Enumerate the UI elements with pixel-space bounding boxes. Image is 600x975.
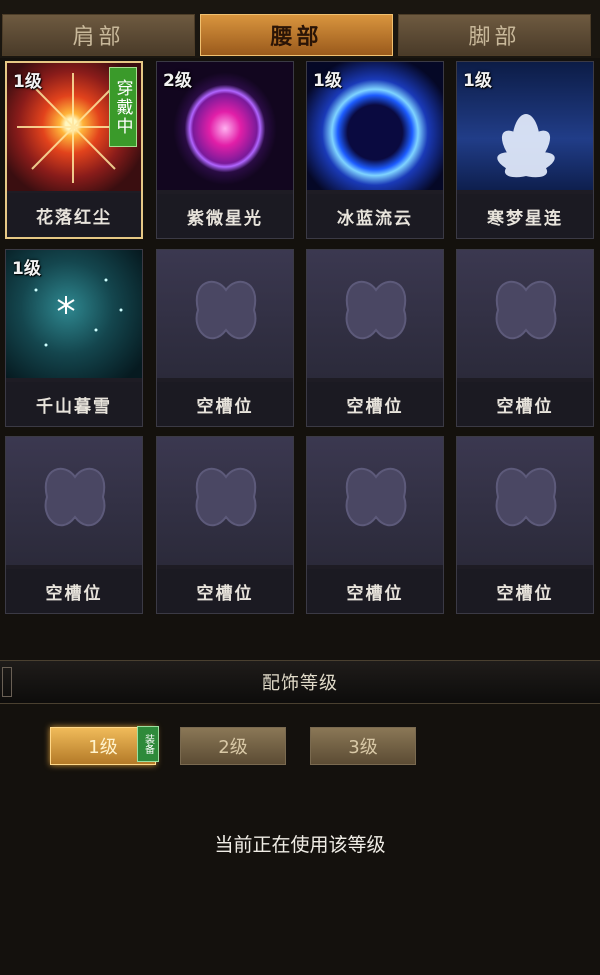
empty-slot[interactable]: 空槽位 bbox=[306, 436, 444, 614]
tab-waist[interactable]: 腰部 bbox=[200, 14, 393, 56]
slot-name: 花落红尘 bbox=[7, 193, 141, 237]
accessory-slot[interactable]: 1级 寒梦星连 bbox=[456, 61, 594, 239]
empty-slot[interactable]: 空槽位 bbox=[306, 249, 444, 427]
empty-slot[interactable]: 空槽位 bbox=[456, 436, 594, 614]
section-title: 配饰等级 bbox=[262, 673, 338, 694]
slot-level: 1级 bbox=[12, 259, 41, 279]
section-header: 配饰等级 bbox=[0, 660, 600, 704]
tab-feet[interactable]: 脚部 bbox=[398, 14, 591, 56]
equip-badge: 装备 bbox=[137, 726, 159, 762]
slot-name: 千山暮雪 bbox=[6, 382, 142, 426]
empty-slot[interactable]: 空槽位 bbox=[156, 436, 294, 614]
slot-name: 空槽位 bbox=[457, 569, 593, 613]
wearing-badge: 穿戴中 bbox=[109, 67, 137, 147]
butterfly-icon bbox=[157, 250, 293, 378]
tab-shoulder[interactable]: 肩部 bbox=[2, 14, 195, 56]
slot-name: 空槽位 bbox=[307, 382, 443, 426]
accessory-slot[interactable]: 1级 千山暮雪 bbox=[5, 249, 143, 427]
slot-name: 冰蓝流云 bbox=[307, 194, 443, 238]
status-text: 当前正在使用该等级 bbox=[214, 834, 386, 856]
slot-name: 紫微星光 bbox=[157, 194, 293, 238]
butterfly-icon bbox=[307, 250, 443, 378]
butterfly-icon bbox=[457, 437, 593, 565]
level-3-button[interactable]: 3级 bbox=[310, 727, 416, 765]
butterfly-icon bbox=[457, 250, 593, 378]
slot-name: 寒梦星连 bbox=[457, 194, 593, 238]
slot-level: 2级 bbox=[163, 71, 192, 91]
slot-level: 1级 bbox=[13, 72, 42, 92]
accessory-slot[interactable]: 2级 紫微星光 bbox=[156, 61, 294, 239]
level-2-button[interactable]: 2级 bbox=[180, 727, 286, 765]
slot-level: 1级 bbox=[463, 71, 492, 91]
slot-name: 空槽位 bbox=[157, 569, 293, 613]
empty-slot[interactable]: 空槽位 bbox=[456, 249, 594, 427]
slot-level: 1级 bbox=[313, 71, 342, 91]
butterfly-icon bbox=[307, 437, 443, 565]
slot-name: 空槽位 bbox=[457, 382, 593, 426]
butterfly-icon bbox=[157, 437, 293, 565]
empty-slot[interactable]: 空槽位 bbox=[5, 436, 143, 614]
accessory-slot[interactable]: 1级 冰蓝流云 bbox=[306, 61, 444, 239]
butterfly-icon bbox=[6, 437, 142, 565]
slot-name: 空槽位 bbox=[6, 569, 142, 613]
empty-slot[interactable]: 空槽位 bbox=[156, 249, 294, 427]
slot-name: 空槽位 bbox=[157, 382, 293, 426]
tab-bar: 肩部 腰部 脚部 bbox=[0, 0, 600, 58]
accessory-slot[interactable]: 1级 穿戴中 花落红尘 bbox=[5, 61, 143, 239]
slot-name: 空槽位 bbox=[307, 569, 443, 613]
